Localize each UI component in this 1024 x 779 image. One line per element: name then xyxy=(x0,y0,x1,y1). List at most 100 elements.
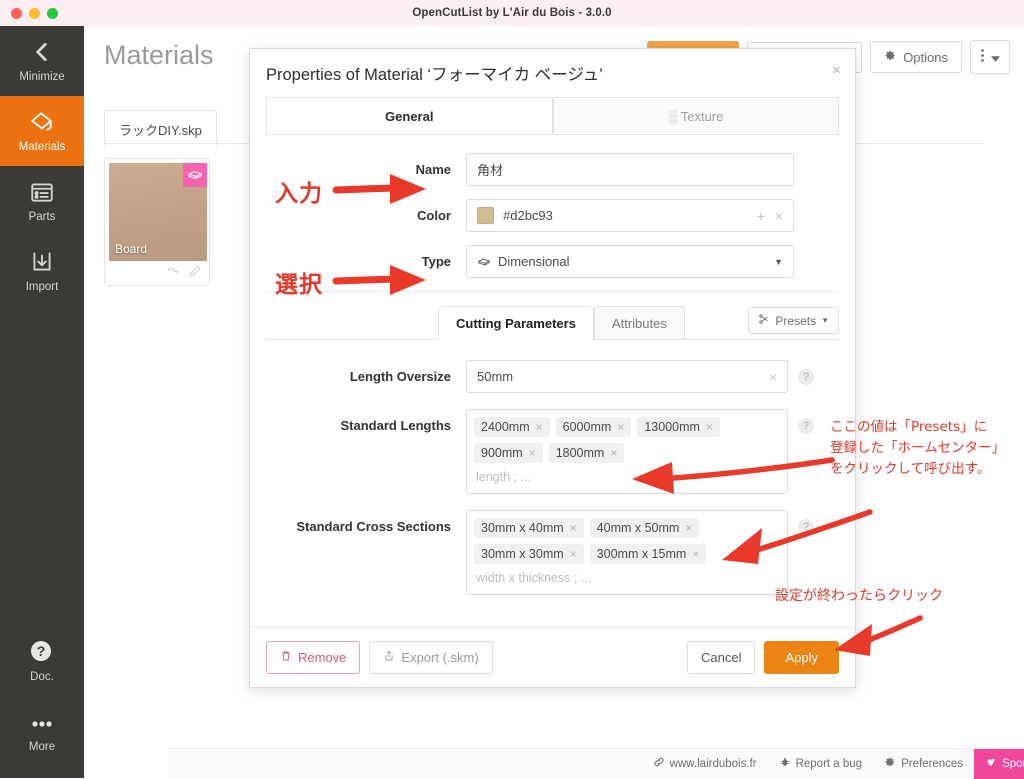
sidebar-item-materials[interactable]: Materials xyxy=(0,96,84,166)
help-icon-standard-lengths[interactable]: ? xyxy=(798,418,814,434)
materials-icon xyxy=(29,109,55,135)
svg-text:?: ? xyxy=(37,643,46,659)
sidebar-label-parts: Parts xyxy=(28,211,56,223)
status-preferences[interactable]: Preferences xyxy=(873,749,974,779)
sidebar-label-more: More xyxy=(28,741,56,753)
export-button[interactable]: Export (.skm) xyxy=(369,641,493,674)
tag-remove-icon[interactable]: × xyxy=(536,420,543,434)
tag-remove-icon[interactable]: × xyxy=(692,547,699,561)
color-swatch[interactable] xyxy=(477,207,494,224)
tag-label: 1800mm xyxy=(555,446,605,460)
sidebar-item-minimize[interactable]: Minimize xyxy=(0,26,84,96)
bug-icon xyxy=(779,756,791,771)
subtab-cutting-parameters[interactable]: Cutting Parameters xyxy=(438,306,594,340)
annotation-arrow-cross-sections xyxy=(722,509,873,564)
tag-remove-icon[interactable]: × xyxy=(570,547,577,561)
tag-remove-icon[interactable]: × xyxy=(617,420,624,434)
tag-item[interactable]: 30mm x 30mm × xyxy=(474,544,584,564)
presets-button[interactable]: Presets ▼ xyxy=(748,307,839,334)
dialog-title: Properties of Material ‘フォーマイカ ベージュ’ xyxy=(266,66,603,84)
tag-item[interactable]: 300mm x 15mm × xyxy=(589,544,707,564)
export-label: Export (.skm) xyxy=(401,650,479,665)
length-oversize-input[interactable]: 50mm × xyxy=(466,360,788,393)
tag-remove-icon[interactable]: × xyxy=(685,521,692,535)
sidebar-label-import: Import xyxy=(25,281,59,293)
annotation-presets-line2: 登録した「ホームセンター」 xyxy=(830,439,1006,456)
sidebar-item-import[interactable]: Import xyxy=(0,236,84,306)
annotation-arrow-apply xyxy=(834,615,923,656)
title-bar: OpenCutList by L'Air du Bois - 3.0.0 xyxy=(0,0,1024,26)
chevron-down-icon[interactable]: ▼ xyxy=(774,257,783,267)
tag-label: 30mm x 30mm xyxy=(481,547,564,561)
tag-item[interactable]: 40mm x 50mm × xyxy=(589,518,700,538)
length-oversize-value: 50mm xyxy=(477,369,514,384)
tag-item[interactable]: 900mm × xyxy=(474,443,543,463)
close-icon[interactable]: × xyxy=(832,63,841,78)
status-report-bug[interactable]: Report a bug xyxy=(768,749,874,779)
material-swatch[interactable]: Board xyxy=(109,163,207,261)
type-control: Dimensional ▼ xyxy=(466,245,839,278)
tag-item[interactable]: 13000mm × xyxy=(637,417,720,437)
help-icon-length-oversize[interactable]: ? xyxy=(798,369,814,385)
presets-label: Presets xyxy=(775,313,817,328)
trash-icon xyxy=(280,650,292,665)
annotation-input-label: 入力 xyxy=(275,181,323,207)
name-control: 角材 xyxy=(466,153,839,186)
sidebar-item-doc[interactable]: ? Doc. xyxy=(0,626,84,696)
cross-sections-label: Standard Cross Sections xyxy=(296,519,451,534)
length-oversize-label: Length Oversize xyxy=(349,369,451,384)
tag-remove-icon[interactable]: × xyxy=(570,521,577,535)
chevron-left-icon xyxy=(29,39,55,65)
tag-remove-icon[interactable]: × xyxy=(529,446,536,460)
chevron-down-icon: ▼ xyxy=(821,316,829,325)
dimensional-icon xyxy=(477,257,491,267)
tag-label: 40mm x 50mm xyxy=(596,521,680,535)
status-link-website[interactable]: www.lairdubois.fr xyxy=(642,749,768,779)
file-tab-strip: ラックDIY.skp xyxy=(104,110,217,147)
tab-general[interactable]: General xyxy=(266,97,553,134)
sidebar-item-parts[interactable]: Parts xyxy=(0,166,84,236)
sidebar-item-more[interactable]: More xyxy=(0,696,84,766)
sub-tabs-right-fill: Presets ▼ xyxy=(684,307,839,340)
tag-item[interactable]: 2400mm × xyxy=(474,417,550,437)
tag-label: 300mm x 15mm xyxy=(596,547,687,561)
remove-button[interactable]: Remove xyxy=(266,641,361,674)
page-title: Materials xyxy=(104,40,214,70)
annotation-presets-note: ここの値は「Presets」に 登録した「ホームセンター」 をクリックして呼び出… xyxy=(830,417,1024,480)
tag-remove-icon[interactable]: × xyxy=(610,446,617,460)
tag-item[interactable]: 1800mm × xyxy=(548,443,625,463)
tag-label: 30mm x 40mm xyxy=(481,521,564,535)
parts-list-icon xyxy=(29,179,55,205)
type-select[interactable]: Dimensional ▼ xyxy=(466,245,794,278)
material-properties-dialog: Properties of Material ‘フォーマイカ ベージュ’ × G… xyxy=(249,48,856,688)
options-button[interactable]: Options xyxy=(870,41,962,73)
tag-label: 900mm xyxy=(481,446,523,460)
tag-item[interactable]: 30mm x 40mm × xyxy=(474,518,584,538)
color-value: #d2bc93 xyxy=(503,208,553,223)
length-oversize-clear-icon[interactable]: × xyxy=(769,369,777,385)
name-input[interactable]: 角材 xyxy=(466,153,794,186)
dialog-tabs: General ░ Texture xyxy=(250,97,855,134)
material-name: Board xyxy=(115,242,148,256)
board-icon xyxy=(183,163,207,187)
file-tab[interactable]: ラックDIY.skp xyxy=(104,110,217,147)
tag-remove-icon[interactable]: × xyxy=(706,420,713,434)
color-input[interactable]: #d2bc93 + × xyxy=(466,199,794,232)
color-add-icon[interactable]: + xyxy=(757,208,765,224)
gear-icon xyxy=(884,49,897,65)
color-clear-icon[interactable]: × xyxy=(775,208,783,224)
subtab-attributes[interactable]: Attributes xyxy=(593,306,685,340)
question-circle-icon: ? xyxy=(29,639,55,665)
more-menu-button[interactable] xyxy=(970,40,1010,74)
options-label: Options xyxy=(903,49,948,65)
edit-pencil-icon[interactable] xyxy=(188,264,202,283)
presets-icon xyxy=(758,313,770,328)
tab-texture[interactable]: ░ Texture xyxy=(552,97,839,134)
tag-item[interactable]: 6000mm × xyxy=(555,417,632,437)
left-sidebar: Minimize Materials Parts Import ? Doc. M… xyxy=(0,26,84,778)
material-card[interactable]: Board xyxy=(104,158,210,286)
color-control: #d2bc93 + × xyxy=(466,199,839,232)
status-sponsor[interactable]: Sponsor xyxy=(974,748,1024,779)
paint-icon[interactable] xyxy=(166,264,180,283)
cancel-button[interactable]: Cancel xyxy=(687,641,756,674)
